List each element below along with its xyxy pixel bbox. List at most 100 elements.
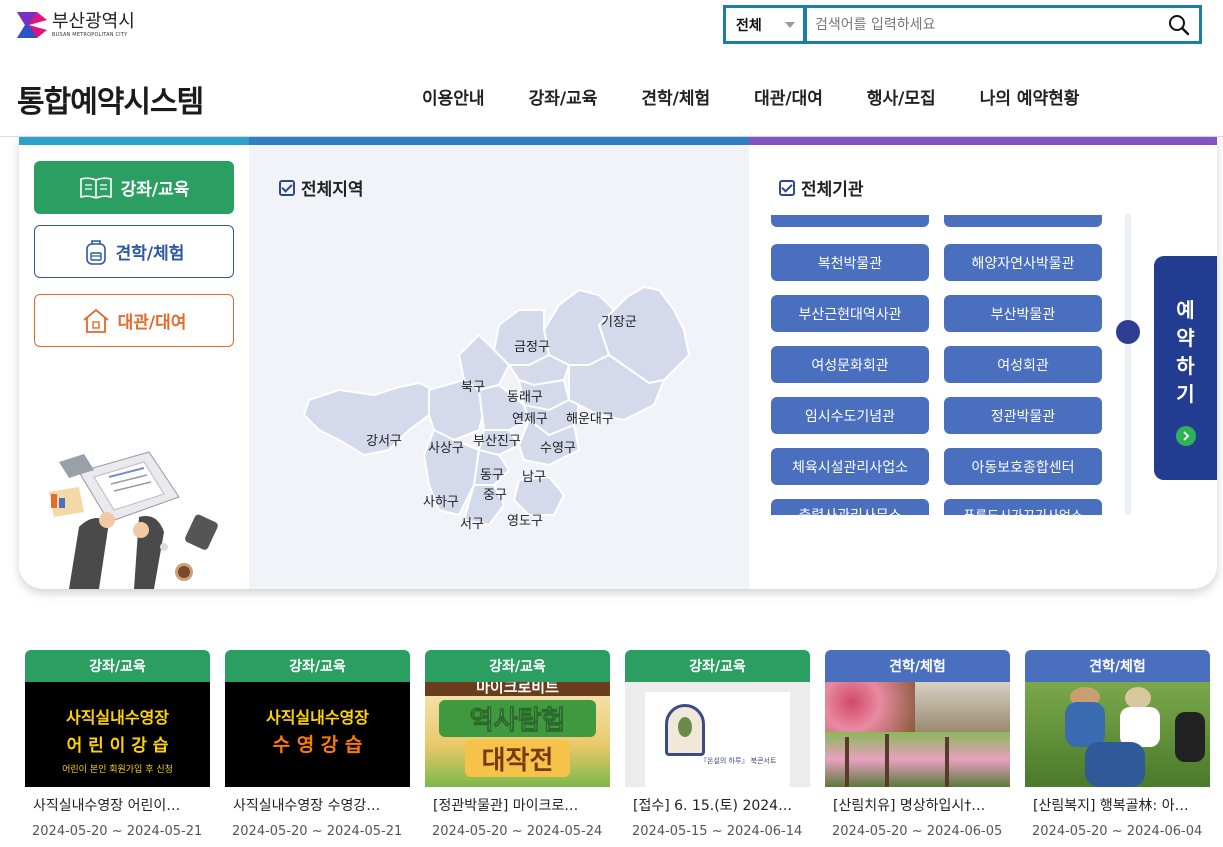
busan-logo[interactable]: 부산광역시 BUSAN METROPOLITAN CITY xyxy=(17,10,135,40)
thumbnail-text: 수 영 강 습 xyxy=(272,734,363,756)
category-lecture-button[interactable]: 강좌/교육 xyxy=(34,161,234,214)
search-bar: 전체 xyxy=(723,5,1202,44)
district-nam[interactable]: 남구 xyxy=(522,466,546,485)
search-icon xyxy=(1169,14,1190,35)
checkbox-checked-icon xyxy=(779,179,795,196)
reserve-button[interactable]: 예약하기 xyxy=(1154,256,1217,480)
category-label: 대관/대여 xyxy=(117,313,187,333)
district-gijang[interactable]: 기장군 xyxy=(601,311,637,330)
program-card[interactable]: 강좌/교육 『온설의 하루』 북콘서트 [접수] 6. 15.(토) 2024…… xyxy=(625,650,810,847)
category-label: 강좌/교육 xyxy=(120,180,190,200)
program-title: 사직실내수영장 어린이… xyxy=(33,798,181,814)
thumbnail-text: 사직실내수영장 xyxy=(65,708,170,727)
nav-event[interactable]: 행사/모집 xyxy=(867,84,936,109)
nav-lecture[interactable]: 강좌/교육 xyxy=(529,84,598,109)
thumbnail-text: 사직실내수영장 xyxy=(265,708,370,727)
institution-button[interactable]: 부산박물관 xyxy=(944,295,1102,332)
district-jung[interactable]: 중구 xyxy=(483,484,507,503)
logo-name-ko: 부산광역시 xyxy=(52,10,135,32)
district-haeundae[interactable]: 해운대구 xyxy=(566,408,614,427)
thumbnail-text: 마이크로비트 xyxy=(425,682,610,696)
thumbnail-text: 어린이 본인 회원가입 후 신청 xyxy=(62,765,173,775)
program-thumbnail xyxy=(1025,682,1210,787)
institution-button-hidden-1[interactable] xyxy=(771,215,929,227)
thumbnail-text: 어 린 이 강 습 xyxy=(66,736,169,756)
district-gangseo[interactable]: 강서구 xyxy=(366,430,402,449)
program-category-tag: 강좌/교육 xyxy=(425,650,610,682)
chevron-right-icon xyxy=(1175,426,1196,446)
program-card[interactable]: 강좌/교육 사직실내수영장 수 영 강 습 사직실내수영장 수영강… 2024-… xyxy=(225,650,410,847)
logo-name-en: BUSAN METROPOLITAN CITY xyxy=(52,31,128,38)
nav-guide[interactable]: 이용안내 xyxy=(422,84,485,109)
district-busanjin[interactable]: 부산진구 xyxy=(473,430,521,449)
thumbnail-text: 대작전 xyxy=(465,740,570,777)
institution-button[interactable]: 임시수도기념관 xyxy=(771,397,929,434)
program-date: 2024-05-20 ~ 2024-06-05 xyxy=(832,824,1003,839)
institution-button[interactable]: 여성회관 xyxy=(944,346,1102,383)
institution-button[interactable]: 아동보호종합센터 xyxy=(944,448,1102,485)
institution-button[interactable]: 충렬사관리사무소 xyxy=(771,499,929,515)
district-suyeong[interactable]: 수영구 xyxy=(540,437,576,456)
program-card[interactable]: 견학/체험 [산림치유] 명상하입시†… 2024-05-20 ~ 2024-0… xyxy=(825,650,1010,847)
category-rental-button[interactable]: 대관/대여 xyxy=(34,294,234,347)
institution-button-hidden-2[interactable] xyxy=(944,215,1102,227)
program-title: 사직실내수영장 수영강… xyxy=(233,798,381,814)
panel-accent-bar xyxy=(19,137,249,145)
institution-button[interactable]: 복천박물관 xyxy=(771,244,929,281)
program-category-tag: 견학/체험 xyxy=(825,650,1010,682)
institution-button[interactable]: 여성문화회관 xyxy=(771,346,929,383)
program-category-tag: 강좌/교육 xyxy=(25,650,210,682)
nav-tour[interactable]: 견학/체험 xyxy=(641,84,710,109)
program-card[interactable]: 견학/체험 [산림복지] 행복골林: 아… 2024-05-20 ~ 2024-… xyxy=(1025,650,1210,847)
district-saha[interactable]: 사하구 xyxy=(423,491,459,510)
search-scope-value: 전체 xyxy=(736,17,762,34)
district-dong[interactable]: 동구 xyxy=(480,464,504,483)
program-thumbnail xyxy=(825,682,1010,787)
search-input[interactable] xyxy=(807,8,1159,41)
checkbox-checked-icon xyxy=(279,179,295,196)
panel-accent-bar xyxy=(249,137,749,145)
top-bar: 부산광역시 BUSAN METROPOLITAN CITY 전체 xyxy=(0,0,1223,52)
region-map-section: 전체지역 기장군 금정구 북구 동래구 연제구 해운대구 강서구 사상구 부산진… xyxy=(249,145,749,589)
all-institution-checkbox[interactable]: 전체기관 xyxy=(779,175,864,200)
district-yeongdo[interactable]: 영도구 xyxy=(507,510,543,529)
program-category-tag: 견학/체험 xyxy=(1025,650,1210,682)
book-icon xyxy=(79,176,112,199)
district-yeonje[interactable]: 연제구 xyxy=(512,408,548,427)
scrollbar-thumb[interactable] xyxy=(1116,320,1140,344)
district-seo[interactable]: 서구 xyxy=(460,513,484,532)
program-thumbnail: 마이크로비트 역사탐험 대작전 xyxy=(425,682,610,787)
program-date: 2024-05-20 ~ 2024-05-24 xyxy=(432,824,603,839)
panel-accent-bar xyxy=(749,137,1217,145)
search-panel: 강좌/교육 견학/체험 대관/대여 전체지역 기장군 금정구 북구 동래구 연제… xyxy=(19,137,1217,589)
institution-list[interactable]: 복천박물관 해양자연사박물관 부산근현대역사관 부산박물관 여성문화회관 여성회… xyxy=(771,215,1111,515)
category-label: 견학/체험 xyxy=(115,244,185,264)
category-tour-button[interactable]: 견학/체험 xyxy=(34,225,234,278)
site-title[interactable]: 통합예약시스템 xyxy=(17,77,204,121)
program-title: [정관박물관] 마이크로… xyxy=(433,798,579,814)
program-card[interactable]: 강좌/교육 마이크로비트 역사탐험 대작전 [정관박물관] 마이크로… 2024… xyxy=(425,650,610,847)
thumbnail-text: 역사탐험 xyxy=(439,700,596,737)
nav-rental[interactable]: 대관/대여 xyxy=(754,84,823,109)
district-buk[interactable]: 북구 xyxy=(461,376,485,395)
district-geumjeong[interactable]: 금정구 xyxy=(514,336,550,355)
district-sasang[interactable]: 사상구 xyxy=(428,437,464,456)
nav-my-reservation[interactable]: 나의 예약현황 xyxy=(980,84,1080,109)
backpack-icon xyxy=(85,239,106,265)
house-icon xyxy=(83,308,109,333)
institution-button[interactable]: 푸른도시가꾸기사업소 xyxy=(944,499,1102,515)
all-region-checkbox[interactable]: 전체지역 xyxy=(279,175,364,200)
search-button[interactable] xyxy=(1159,8,1199,41)
program-thumbnail: 『온설의 하루』 북콘서트 xyxy=(625,682,810,787)
program-card[interactable]: 강좌/교육 사직실내수영장 어 린 이 강 습 어린이 본인 회원가입 후 신청… xyxy=(25,650,210,847)
district-dongnae[interactable]: 동래구 xyxy=(507,386,543,405)
program-thumbnail: 사직실내수영장 어 린 이 강 습 어린이 본인 회원가입 후 신청 xyxy=(25,682,210,787)
institution-button[interactable]: 정관박물관 xyxy=(944,397,1102,434)
program-title: [접수] 6. 15.(토) 2024… xyxy=(633,798,793,814)
institution-scrollbar[interactable] xyxy=(1125,213,1131,515)
search-scope-select[interactable]: 전체 xyxy=(726,8,803,41)
institution-button[interactable]: 해양자연사박물관 xyxy=(944,244,1102,281)
institution-button[interactable]: 체육시설관리사업소 xyxy=(771,448,929,485)
institution-button[interactable]: 부산근현대역사관 xyxy=(771,295,929,332)
program-date: 2024-05-15 ~ 2024-06-14 xyxy=(632,824,803,839)
